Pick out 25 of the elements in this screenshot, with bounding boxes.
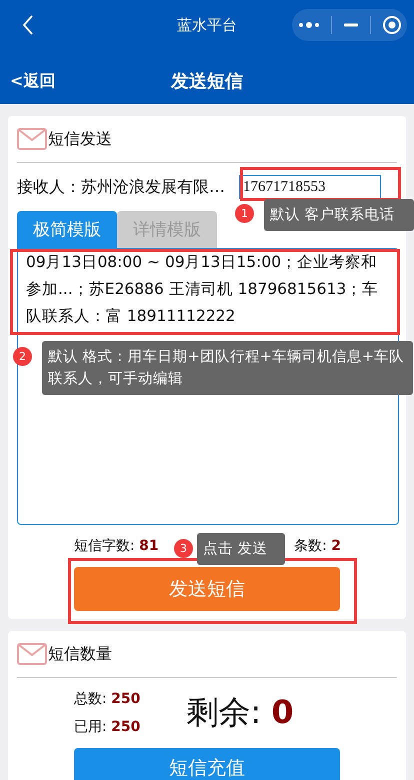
envelope-icon <box>17 128 47 150</box>
envelope-icon <box>17 643 47 665</box>
app-title: 蓝水平台 <box>177 16 237 34</box>
send-button[interactable]: 发送短信 <box>74 567 340 611</box>
phone-field[interactable]: 17671718553 <box>239 175 381 199</box>
hint-tooltip: 默认 客户联系电话 <box>264 199 414 231</box>
back-icon[interactable] <box>22 14 34 36</box>
total-count: 总数: 250 <box>74 690 140 708</box>
recharge-button[interactable]: 短信充值 <box>74 748 340 780</box>
page-title: 发送短信 <box>171 70 243 93</box>
close-icon[interactable] <box>382 15 402 35</box>
template-tab[interactable]: 极简模版 <box>17 211 117 248</box>
recipient-name: 苏州沧浪发展有限… <box>81 176 225 198</box>
char-count: 短信字数: 81 <box>74 537 159 555</box>
remaining-count: 剩余: 0 <box>186 692 294 733</box>
used-count: 已用: 250 <box>74 718 140 736</box>
hint-tooltip: 点击 发送 <box>197 533 285 565</box>
hint-tooltip: 默认 格式：用车日期+团队行程+车辆司机信息+车队联系人，可手动编辑 <box>42 341 413 395</box>
back-link[interactable]: <返回 <box>10 70 56 92</box>
sms-count: 条数: 2 <box>294 537 341 555</box>
recipient-label: 接收人： <box>17 176 81 198</box>
minimize-icon[interactable] <box>342 23 358 27</box>
section-title: 短信数量 <box>48 644 112 664</box>
section-title: 短信发送 <box>48 128 112 150</box>
more-icon[interactable] <box>298 21 320 29</box>
